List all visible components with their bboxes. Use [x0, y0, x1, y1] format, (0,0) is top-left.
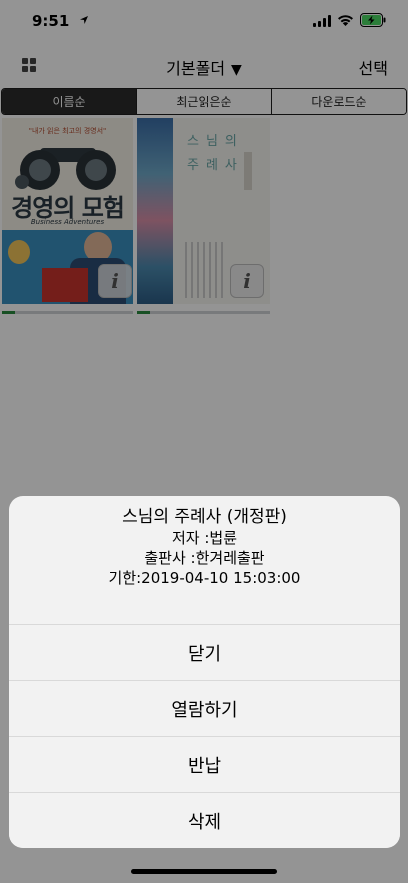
- book-action-sheet: 스님의 주례사 (개정판) 저자 :법륜 출판사 :한겨레출판 기한:2019-…: [9, 496, 400, 848]
- library-screen: 9:51 기본폴더 ▼ 선택 이름순 최근읽은순 다운로드순 "내가 읽은 최고…: [0, 0, 408, 883]
- book-deadline: 기한:2019-04-10 15:03:00: [108, 569, 301, 587]
- book-title: 스님의 주례사 (개정판): [122, 507, 287, 527]
- book-author: 저자 :법륜: [171, 529, 238, 547]
- read-button[interactable]: 열람하기: [9, 680, 400, 736]
- delete-button[interactable]: 삭제: [9, 792, 400, 848]
- action-sheet-header: 스님의 주례사 (개정판) 저자 :법륜 출판사 :한겨레출판 기한:2019-…: [9, 496, 400, 624]
- home-indicator[interactable]: [131, 869, 277, 874]
- close-button[interactable]: 닫기: [9, 624, 400, 680]
- book-publisher: 출판사 :한겨레출판: [144, 549, 265, 567]
- return-button[interactable]: 반납: [9, 736, 400, 792]
